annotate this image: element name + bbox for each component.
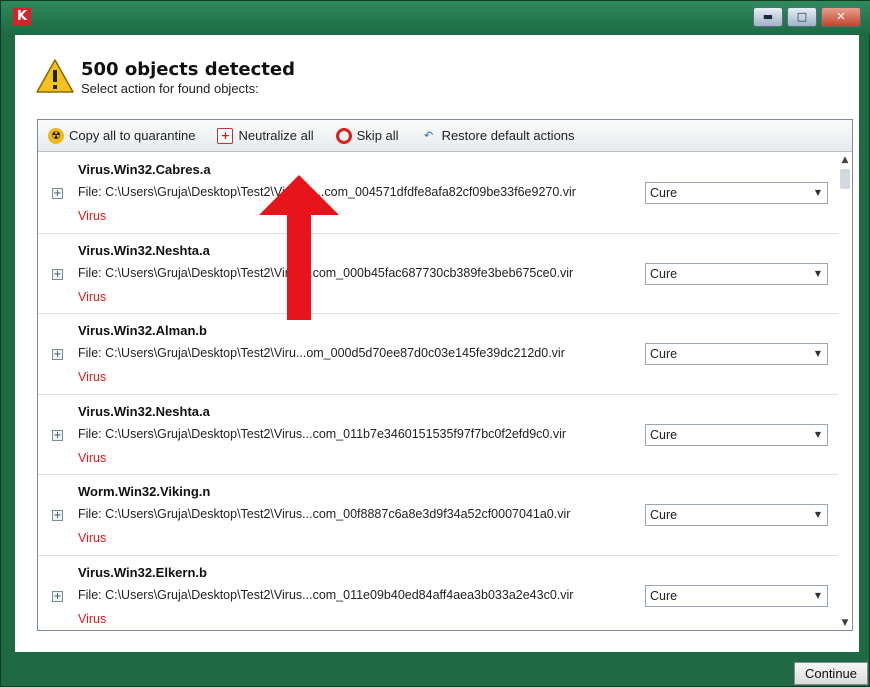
chevron-down-icon: ▼ [814,268,821,278]
object-file-path: File: C:\Users\Gruja\Desktop\Test2\Virus… [78,426,567,441]
expand-icon[interactable]: + [52,268,63,280]
action-dropdown[interactable]: Cure ▼ [645,423,828,446]
list-item: Virus.Win32.Alman.b + File: C:\Users\Gru… [38,314,838,395]
app-window: K ▬ □ ✕ 500 objects detected Select acti… [0,0,870,687]
action-dropdown[interactable]: Cure ▼ [645,504,828,526]
expand-icon[interactable]: + [52,349,63,360]
list-item: Worm.Win32.Viking.n + File: C:\Users\Gru… [38,475,838,556]
list-item: Virus.Win32.Neshta.a + File: C:\Users\Gr… [38,234,838,314]
action-value: Cure [650,588,678,603]
scroll-down-icon[interactable]: ▼ [838,616,852,630]
detected-objects-panel: ☢ Copy all to quarantine + Neutralize al… [37,119,853,631]
list-item: Virus.Win32.Elkern.b + File: C:\Users\Gr… [38,556,838,631]
close-button[interactable]: ✕ [821,7,861,27]
minimize-button[interactable]: ▬ [753,7,783,27]
neutralize-all-button[interactable]: + Neutralize all [217,127,314,144]
list-item: Virus.Win32.Neshta.a + File: C:\Users\Gr… [38,395,838,475]
object-type: Virus [78,289,107,304]
object-name: Virus.Win32.Cabres.a [78,162,211,177]
dialog-content: 500 objects detected Select action for f… [15,35,859,652]
expand-icon[interactable]: + [52,188,63,199]
objects-list: Virus.Win32.Cabres.a + File: C:\Users\Gr… [38,153,838,630]
object-type: Virus [78,611,107,626]
scrollbar-thumb[interactable] [840,169,850,189]
chevron-down-icon: ▼ [814,590,821,600]
action-dropdown[interactable]: Cure ▼ [645,182,828,204]
action-dropdown[interactable]: Cure ▼ [645,262,828,285]
page-title: 500 objects detected [81,59,295,80]
toolbar: ☢ Copy all to quarantine + Neutralize al… [38,120,852,152]
object-name: Worm.Win32.Viking.n [78,484,211,499]
undo-arrow-icon: ↶ [423,129,434,142]
restore-default-actions-label: Restore default actions [441,128,575,143]
object-type: Virus [78,531,107,545]
action-value: Cure [650,266,678,281]
action-dropdown[interactable]: Cure ▼ [645,584,828,607]
expand-icon[interactable]: + [52,510,63,521]
prohibited-icon [335,127,352,144]
chevron-down-icon: ▼ [814,349,821,358]
object-name: Virus.Win32.Neshta.a [78,403,210,419]
object-name: Virus.Win32.Neshta.a [78,242,210,258]
maximize-button[interactable]: □ [787,7,817,27]
continue-button[interactable]: Continue [794,662,868,685]
action-value: Cure [650,508,678,522]
radiation-icon: ☢ [48,127,64,144]
expand-icon[interactable]: + [52,429,63,441]
skip-all-button[interactable]: Skip all [335,127,399,144]
action-value: Cure [650,427,678,442]
copy-to-quarantine-label: Copy all to quarantine [69,128,196,143]
expand-icon[interactable]: + [52,590,63,602]
restore-default-actions-button[interactable]: ↶ Restore default actions [421,128,575,144]
skip-all-label: Skip all [356,128,399,143]
object-name: Virus.Win32.Alman.b [78,323,207,338]
copy-to-quarantine-button[interactable]: ☢ Copy all to quarantine [48,127,196,144]
action-value: Cure [650,186,678,200]
object-file-path: File: C:\Users\Gruja\Desktop\Test2\Viru.… [78,346,565,360]
chevron-down-icon: ▼ [814,429,821,439]
list-item: Virus.Win32.Cabres.a + File: C:\Users\Gr… [38,153,838,234]
object-file-path: File: C:\Users\Gruja\Desktop\Test2\Virus… [78,507,571,521]
scroll-up-icon[interactable]: ▲ [838,153,852,167]
window-controls: ▬ □ ✕ [753,7,861,27]
object-file-path: File: C:\Users\Gruja\Desktop\Test2\Virus… [78,587,574,602]
neutralize-all-label: Neutralize all [238,128,314,143]
object-type: Virus [78,209,107,223]
object-name: Virus.Win32.Elkern.b [78,564,207,580]
red-arrow-annotation [259,175,339,320]
warning-icon [36,59,74,93]
app-logo-icon: K [13,8,31,26]
title-bar: K ▬ □ ✕ [1,1,870,35]
object-type: Virus [78,450,107,465]
action-dropdown[interactable]: Cure ▼ [645,343,828,365]
object-file-path: File: C:\Users\Gruja\Desktop\Test2\Virus… [78,185,576,199]
chevron-down-icon: ▼ [814,188,821,197]
page-subtitle: Select action for found objects: [81,81,259,96]
action-value: Cure [650,347,678,361]
plus-cross-icon: + [217,127,234,144]
object-type: Virus [78,370,107,384]
chevron-down-icon: ▼ [814,510,821,519]
object-file-path: File: C:\Users\Gruja\Desktop\Test2\Virus… [78,265,574,280]
vertical-scrollbar[interactable]: ▲ ▼ [838,153,852,630]
